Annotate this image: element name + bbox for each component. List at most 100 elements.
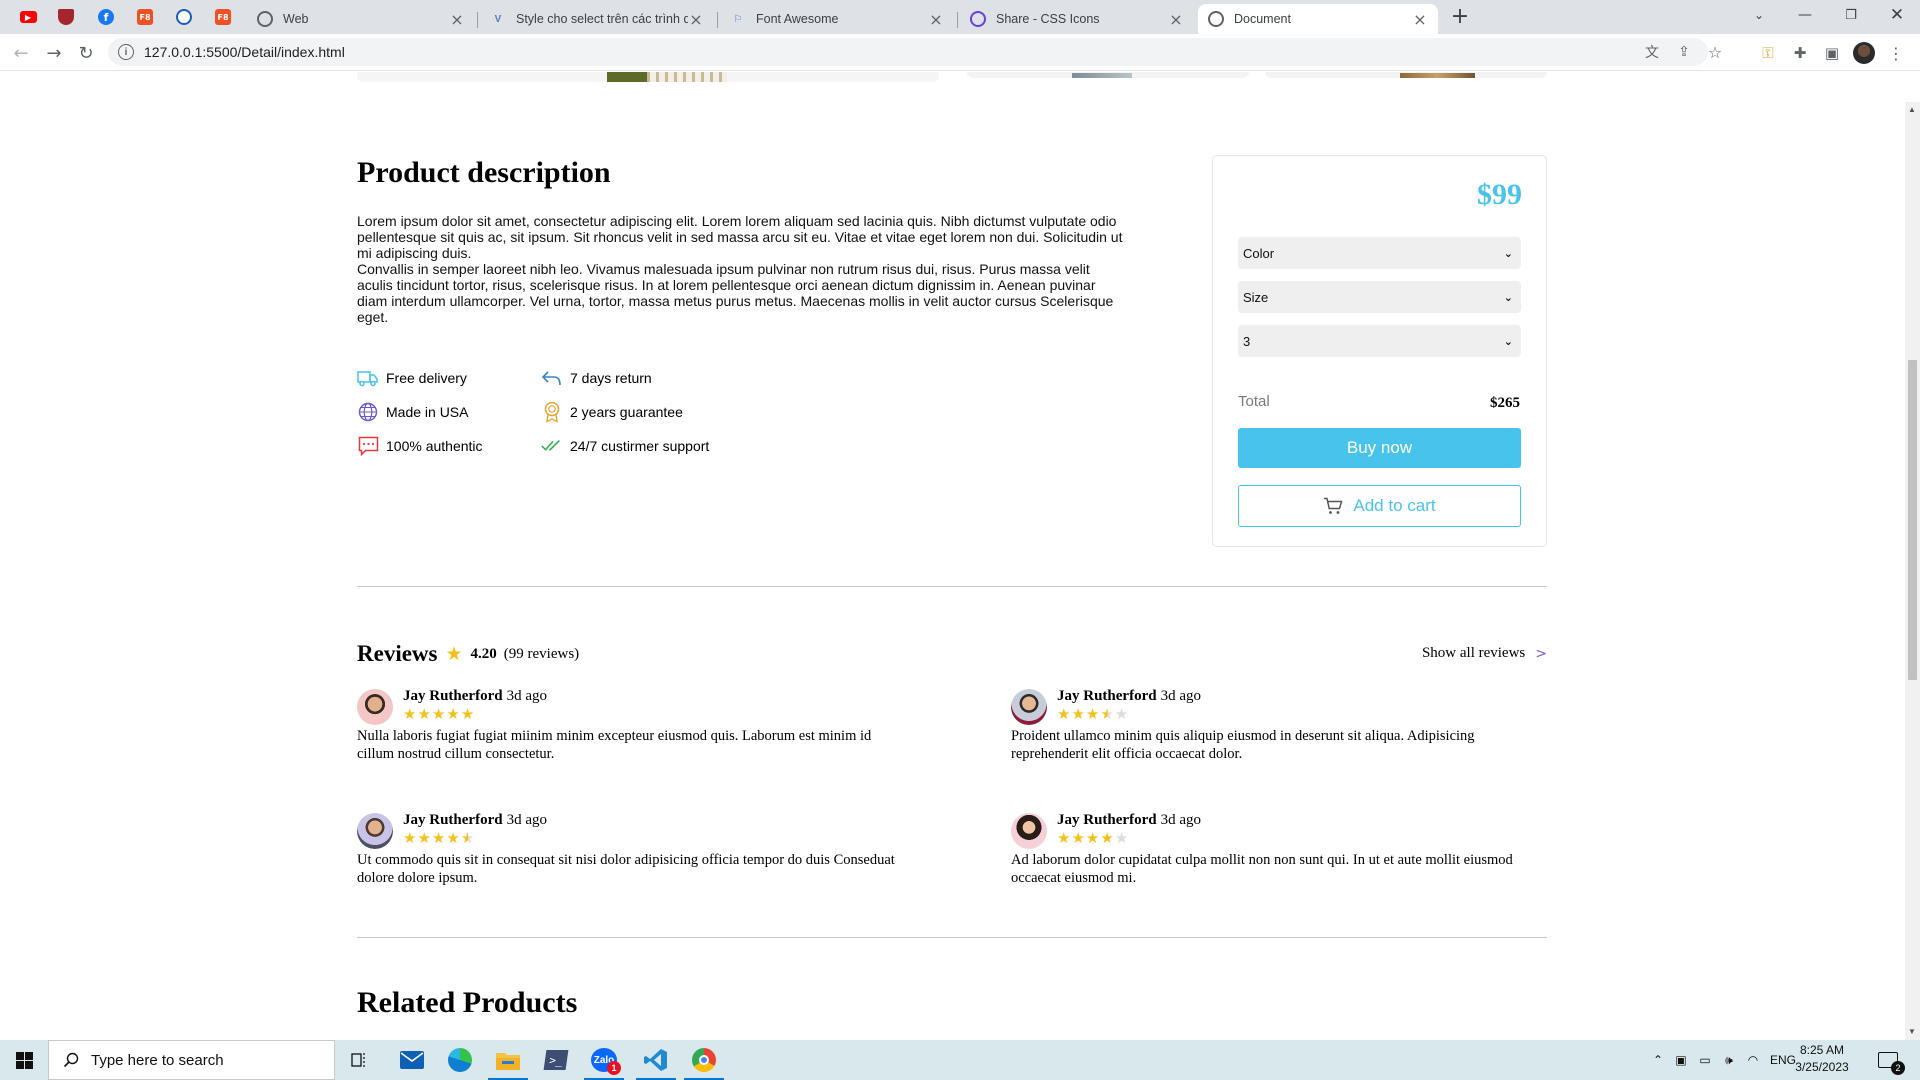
- tab-document[interactable]: Document ×: [1198, 4, 1438, 34]
- feature-label: Free delivery: [386, 370, 467, 386]
- product-description-title: Product description: [357, 156, 611, 189]
- thumbnail-image-strip: [1072, 73, 1132, 78]
- star-full-icon: ★: [1085, 705, 1101, 723]
- task-view-button[interactable]: [336, 1040, 384, 1080]
- tab-style-select[interactable]: V Style cho select trên các trình duyệt …: [480, 4, 714, 34]
- address-bar[interactable]: i 127.0.0.1:5500/Detail/index.html 文 ⇪ ☆: [108, 38, 1722, 66]
- star-full-icon: ★: [403, 705, 418, 723]
- product-thumbnail[interactable]: [967, 72, 1249, 78]
- review-stars: ★★★★★: [403, 705, 475, 723]
- review-author: Jay Rutherford: [403, 688, 503, 704]
- taskbar-vscode[interactable]: [632, 1040, 680, 1080]
- close-window-button[interactable]: ✕: [1874, 0, 1920, 30]
- tab-font-awesome[interactable]: ⚐ Font Awesome ×: [720, 4, 954, 34]
- taskbar-clock[interactable]: 8:25 AM 3/25/2023: [1792, 1042, 1852, 1076]
- feature-label: 7 days return: [570, 370, 652, 386]
- page-scrollbar[interactable]: ▲ ▼: [1905, 102, 1920, 1040]
- restore-button[interactable]: ❐: [1828, 0, 1874, 30]
- color-select[interactable]: Color ⌄: [1238, 237, 1521, 269]
- close-icon[interactable]: ×: [1412, 10, 1428, 29]
- translate-icon[interactable]: 文: [1638, 38, 1666, 66]
- f8-icon: F8: [215, 9, 231, 25]
- reload-button[interactable]: ↻: [72, 39, 100, 67]
- share-icon[interactable]: ⇪: [1670, 38, 1698, 66]
- forward-button[interactable]: →: [40, 39, 68, 67]
- review-text: Nulla laboris fugiat fugiat miinim minim…: [357, 728, 872, 762]
- menu-kebab-icon[interactable]: ⋮: [1884, 41, 1908, 65]
- search-icon: [63, 1052, 79, 1068]
- pinned-tab-f8-1[interactable]: F8: [130, 5, 160, 29]
- star-empty-icon: ★: [1114, 829, 1130, 847]
- chevron-down-icon: ⌄: [1503, 246, 1513, 260]
- show-all-label: Show all reviews: [1421, 645, 1526, 661]
- feature-label: 24/7 custirmer support: [570, 438, 710, 454]
- new-tab-button[interactable]: +: [1448, 6, 1472, 30]
- pinned-tab-messenger[interactable]: [169, 5, 199, 29]
- minimize-button[interactable]: —: [1782, 0, 1828, 30]
- reviews-title: Reviews: [357, 641, 438, 666]
- show-all-reviews-link[interactable]: Show all reviews >: [1422, 645, 1547, 662]
- chevron-down-icon: ⌄: [1503, 290, 1513, 304]
- tab-title: Font Awesome: [756, 12, 839, 26]
- scroll-up-icon[interactable]: ▲: [1908, 105, 1916, 114]
- close-icon[interactable]: ×: [449, 10, 465, 29]
- tab-title: Document: [1234, 12, 1291, 26]
- taskbar-search-box[interactable]: Type here to search: [48, 1040, 335, 1080]
- profile-avatar[interactable]: [1852, 41, 1876, 65]
- tab-search-button[interactable]: ⌄: [1736, 0, 1782, 30]
- extension-key-icon[interactable]: ⚿: [1756, 41, 1780, 65]
- notification-center-button[interactable]: 2: [1868, 1040, 1908, 1080]
- f8-icon: F8: [137, 9, 153, 25]
- taskbar-powershell[interactable]: >_: [532, 1040, 580, 1080]
- quantity-select[interactable]: 3 ⌄: [1238, 325, 1521, 357]
- tab-title: Style cho select trên các trình duyệt: [516, 12, 688, 26]
- star-half-icon: ★: [1100, 705, 1115, 723]
- windows-logo-icon: [15, 1051, 33, 1069]
- star-full-icon: ★: [403, 829, 418, 847]
- buy-now-button[interactable]: Buy now: [1238, 428, 1521, 468]
- pinned-tab-shield[interactable]: [51, 5, 81, 29]
- meet-now-icon[interactable]: ▣: [1670, 1040, 1692, 1080]
- pinned-tab-facebook[interactable]: f: [91, 5, 121, 29]
- size-select[interactable]: Size ⌄: [1238, 281, 1521, 313]
- size-select-value: Size: [1243, 289, 1269, 305]
- taskbar-chrome[interactable]: [680, 1040, 728, 1080]
- scroll-down-icon[interactable]: ▼: [1908, 1027, 1916, 1036]
- total-label: Total: [1238, 393, 1270, 410]
- taskbar-edge[interactable]: [436, 1040, 484, 1080]
- pinned-tab-f8-2[interactable]: F8: [208, 5, 238, 29]
- close-icon[interactable]: ×: [688, 10, 704, 29]
- add-to-cart-button[interactable]: Add to cart: [1238, 485, 1521, 527]
- wifi-icon[interactable]: ◠: [1742, 1040, 1764, 1080]
- feature-label: 2 years guarantee: [570, 404, 683, 420]
- reviews-count: (99 reviews): [503, 645, 580, 662]
- taskbar-zalo[interactable]: Zalo 1: [580, 1040, 628, 1080]
- review-stars: ★★★★★: [403, 829, 475, 847]
- bookmark-star-icon[interactable]: ☆: [1701, 38, 1729, 66]
- side-panel-icon[interactable]: ▣: [1820, 41, 1844, 65]
- start-button[interactable]: [0, 1040, 48, 1080]
- feature-free-delivery: Free delivery: [357, 367, 467, 389]
- volume-icon[interactable]: 🕪: [1718, 1040, 1740, 1080]
- stems-image: [647, 72, 727, 82]
- taskbar-mail[interactable]: [388, 1040, 436, 1080]
- back-button[interactable]: ←: [7, 39, 35, 67]
- pinned-tab-youtube[interactable]: ▶: [13, 5, 43, 29]
- info-icon[interactable]: i: [118, 44, 134, 60]
- taskbar-file-explorer[interactable]: [484, 1040, 532, 1080]
- facebook-icon: f: [98, 9, 114, 25]
- close-icon[interactable]: ×: [928, 10, 944, 29]
- star-empty-icon: ★: [1114, 705, 1130, 723]
- extensions-puzzle-icon[interactable]: ✚: [1788, 41, 1812, 65]
- tab-web[interactable]: Web ×: [247, 4, 475, 34]
- star-full-icon: ★: [446, 705, 461, 723]
- tray-overflow-icon[interactable]: ⌃: [1648, 1040, 1668, 1080]
- notification-icon: 2: [1878, 1052, 1905, 1075]
- tab-css-icons[interactable]: Share - CSS Icons ×: [960, 4, 1194, 34]
- folder-icon: [496, 1053, 520, 1070]
- scrollbar-thumb[interactable]: [1908, 360, 1917, 680]
- feature-support: 24/7 custirmer support: [541, 435, 709, 457]
- battery-icon[interactable]: ▭: [1694, 1040, 1716, 1080]
- close-icon[interactable]: ×: [1168, 10, 1184, 29]
- product-thumbnail[interactable]: [1265, 72, 1547, 78]
